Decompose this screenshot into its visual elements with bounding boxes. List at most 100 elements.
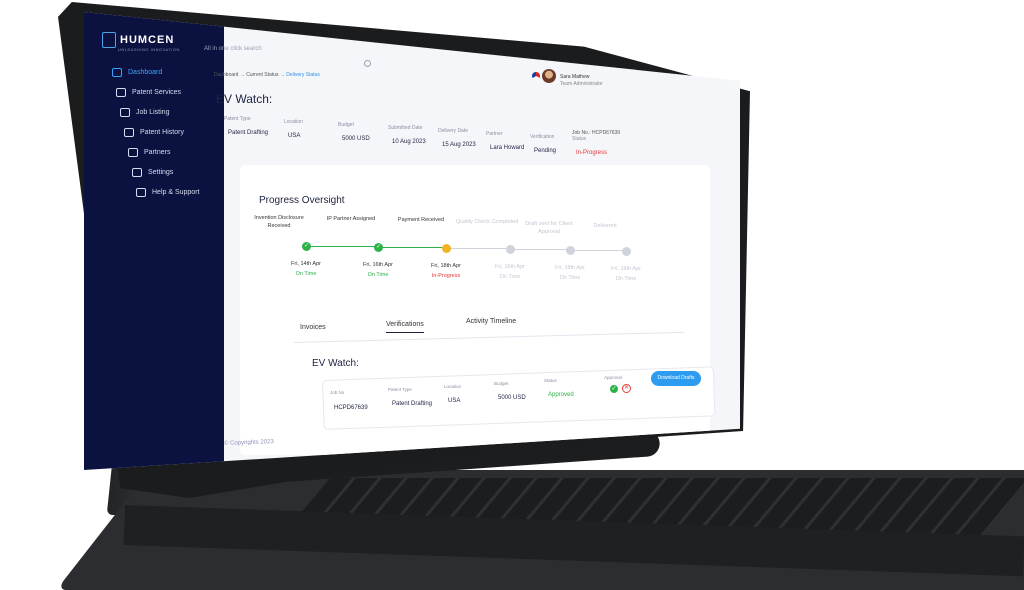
- step-label-1: Invention Disclosure Received: [254, 215, 304, 229]
- cell-budget: 5000 USD: [498, 395, 526, 401]
- document-icon: [116, 88, 126, 97]
- step-connector: [514, 249, 568, 250]
- step-date-6: Fri, 16th Apr: [611, 266, 641, 272]
- pending-dot-icon: [566, 246, 575, 255]
- info-label-submitted-date: Submitted Date: [388, 125, 423, 131]
- sidebar-item-settings[interactable]: Settings: [132, 168, 173, 177]
- sidebar-item-patent-services[interactable]: Patent Services: [116, 88, 181, 97]
- step-connector: [310, 246, 376, 247]
- sidebar-item-job-listing[interactable]: Job Listing: [120, 108, 169, 117]
- step-label-4: Quality Check Completed: [455, 219, 519, 225]
- info-label-patent-type: Patent Type: [224, 116, 251, 122]
- search-icon[interactable]: [364, 60, 371, 67]
- search-list-icon: [120, 108, 130, 117]
- column-header-approval: Approval: [604, 375, 622, 380]
- cell-job-no: HCPD67639: [334, 405, 368, 411]
- info-value-budget: 5000 USD: [342, 136, 370, 142]
- tab-activity-timeline[interactable]: Activity Timeline: [466, 318, 516, 325]
- app-logo: HUMCEN: [102, 32, 174, 48]
- avatar[interactable]: [542, 69, 556, 83]
- cell-patent-type: Patent Drafting: [392, 401, 433, 407]
- sidebar-item-label: Dashboard: [128, 69, 163, 76]
- check-icon: ✓: [302, 242, 311, 251]
- info-label-status: Status: [572, 136, 587, 142]
- progress-title: Progress Oversight: [259, 195, 345, 206]
- sidebar-item-help-support[interactable]: Help & Support: [136, 188, 199, 197]
- info-value-submitted-date: 10 Aug 2023: [392, 139, 426, 145]
- step-label-6: Delivered: [593, 223, 617, 229]
- sidebar-item-patent-history[interactable]: Patent History: [124, 128, 184, 137]
- breadcrumb: Dashboard → Current Status → Delivery St…: [214, 72, 320, 78]
- history-icon: [124, 128, 134, 137]
- app-screen: HUMCEN UNLEASHING INNOVATION Dashboard P…: [84, 12, 740, 470]
- pending-dot-icon: [622, 247, 631, 256]
- breadcrumb-current-status[interactable]: Current Status: [246, 72, 278, 78]
- pending-dot-icon: [506, 245, 515, 254]
- column-header-job-no: Job No: [330, 390, 345, 395]
- column-header-patent-type: Patent Type: [388, 387, 412, 392]
- cell-status: Approved: [548, 392, 574, 398]
- logo-text: HUMCEN: [120, 33, 175, 46]
- check-icon: ✓: [374, 243, 383, 252]
- page-title: EV Watch:: [216, 92, 273, 106]
- download-drafts-button[interactable]: Download Drafts: [651, 371, 701, 386]
- breadcrumb-arrow-icon: →: [239, 72, 245, 78]
- info-value-status: In-Progress: [576, 150, 608, 156]
- sidebar-item-label: Patent History: [140, 129, 184, 136]
- info-label-budget: Budget: [338, 122, 354, 128]
- sidebar-item-partners[interactable]: Partners: [128, 148, 170, 157]
- step-status-1: On Time: [295, 271, 317, 277]
- sidebar-item-dashboard[interactable]: Dashboard: [112, 68, 162, 77]
- column-header-status: Status: [544, 378, 557, 383]
- info-value-patent-type: Patent Drafting: [228, 130, 269, 136]
- step-date-5: Fri, 18th Apr: [555, 265, 585, 271]
- sidebar-item-label: Partners: [144, 149, 171, 156]
- info-value-delivery-date: 15 Aug 2023: [442, 142, 476, 148]
- breadcrumb-delivery-status: Delivery Status: [286, 72, 320, 78]
- step-date-2: Fri, 16th Apr: [363, 262, 393, 268]
- grid-icon: [112, 68, 122, 77]
- gear-icon: [132, 168, 142, 177]
- step-date-3: Fri, 18th Apr: [431, 263, 461, 269]
- step-label-3: Payment Received: [397, 217, 445, 223]
- step-connector: [382, 247, 444, 248]
- user-name: Sara Mathew: [560, 74, 590, 80]
- step-date-1: Fri, 14th Apr: [291, 261, 321, 267]
- info-value-verification: Pending: [534, 148, 557, 154]
- breadcrumb-arrow-icon: →: [279, 72, 285, 78]
- step-connector: [574, 250, 624, 251]
- step-status-4: On Time: [499, 274, 521, 280]
- tab-verifications[interactable]: Verifications: [386, 321, 424, 333]
- info-label-location: Location: [284, 119, 303, 125]
- column-header-budget: Budget: [494, 381, 509, 386]
- folder-icon: [128, 148, 138, 157]
- sidebar-item-label: Settings: [148, 169, 174, 176]
- breadcrumb-dashboard[interactable]: Dashboard: [214, 72, 238, 78]
- info-label-partner: Partner: [486, 131, 503, 137]
- step-status-3: In-Progress: [431, 273, 461, 279]
- search-input[interactable]: All in one click search: [204, 46, 369, 66]
- in-progress-dot-icon: [442, 244, 451, 253]
- step-label-2: IP Partner Assigned: [326, 216, 376, 222]
- column-header-location: Location: [444, 384, 462, 389]
- reject-x-icon[interactable]: ✕: [622, 384, 631, 393]
- user-role: Team Administrator: [560, 81, 603, 87]
- sidebar-item-label: Job Listing: [136, 109, 170, 116]
- flag-icon[interactable]: [532, 72, 540, 80]
- help-icon: [136, 188, 146, 197]
- step-status-6: On Time: [615, 276, 637, 282]
- info-value-partner: Lara Howard: [490, 145, 525, 151]
- verification-title: EV Watch:: [312, 358, 359, 369]
- sidebar: HUMCEN UNLEASHING INNOVATION Dashboard P…: [84, 12, 224, 470]
- approve-check-icon[interactable]: ✓: [610, 385, 618, 393]
- tab-invoices[interactable]: Invoices: [300, 324, 326, 331]
- cell-location: USA: [448, 398, 461, 404]
- sidebar-item-label: Help & Support: [152, 189, 200, 196]
- step-status-2: On Time: [367, 272, 389, 278]
- sidebar-item-label: Patent Services: [132, 89, 182, 96]
- logo-mark-icon: [102, 32, 116, 48]
- step-status-5: On Time: [559, 275, 581, 281]
- job-number-value: HCPD67639: [592, 130, 621, 136]
- info-label-verification: Verification: [530, 134, 555, 140]
- step-date-4: Fri, 16th Apr: [495, 264, 525, 270]
